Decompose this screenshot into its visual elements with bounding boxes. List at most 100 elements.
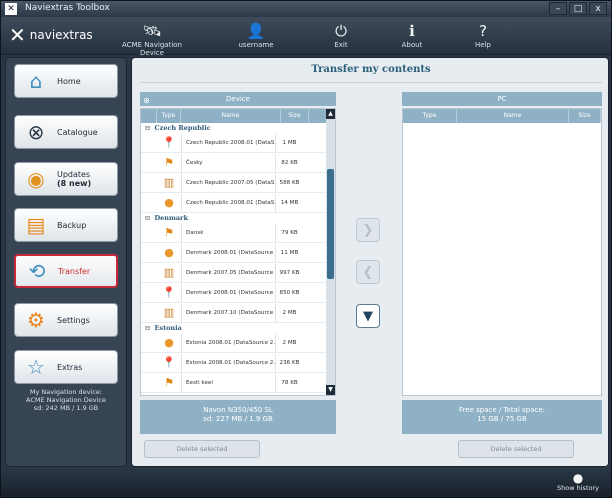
poi-icon: ● [164,336,174,349]
row-name: Czech Republic 2008.01 (DataS... [181,133,275,152]
user-button[interactable]: 👤 username [221,21,291,53]
show-history-button[interactable]: ● Show history [557,472,599,492]
table-row[interactable]: ● Czech Republic 2008.01 (DataS... 14 MB [141,193,327,213]
row-size: 79 KB [275,223,303,242]
divider [140,82,602,83]
country-name: Czech Republic [154,124,211,132]
maximize-button[interactable]: □ [569,2,587,15]
scroll-down-button[interactable]: ▼ [326,385,335,395]
device-table-header: Type Name Size [141,109,327,123]
device-storage-info: Navon N350/450 SL sd: 227 MB / 1.9 GB [140,400,336,434]
pc-table-header: Type Name Size [403,109,601,123]
country-group[interactable]: ⊟ Finland [141,393,327,395]
scrollbar[interactable]: ▲ ▼ [326,109,335,395]
row-size: 1 MB [275,133,303,152]
table-row[interactable]: 📍 Estonia 2008.01 (DataSource 2... 236 KB [141,353,327,373]
logo-mark: ✕ [9,23,26,47]
row-size: 997 KB [275,263,303,282]
info-icon: ● [572,471,584,485]
row-size: 236 KB [275,353,303,372]
flag-icon: ⚑ [164,156,174,169]
delete-selected-device-button[interactable]: Delete selected [144,440,260,458]
device-model: Navon N350/450 SL [203,406,273,414]
star-icon: ☆ [27,355,45,379]
column-type[interactable]: Type [403,109,457,123]
row-name: Denmark 2008.01 (DataSource ... [181,283,275,302]
updates-count: (8 new) [57,179,92,188]
home-icon: ⌂ [29,69,43,93]
device-rows: ⊟ Czech Republic 📍 Czech Republic 2008.01 (… [141,123,327,395]
pc-space-value: 15 GB / 75 GB [477,415,527,423]
sidebar-item-backup[interactable]: ▤ Backup [14,208,118,242]
sidebar-item-home[interactable]: ⌂ Home [14,64,118,98]
table-row[interactable]: ⚑ Dansk 79 KB [141,223,327,243]
device-panel-header: ⊕ Device [140,92,336,106]
backup-icon: ▤ [26,213,46,237]
poi-icon: ● [164,246,174,259]
table-row[interactable]: ▥ Denmark 2007.10 (DataSource ... 2 MB [141,303,327,323]
minimize-button[interactable]: – [549,2,567,15]
column-name[interactable]: Name [181,109,281,123]
main-panel: Transfer my contents ⊕ Device Type Name … [131,57,609,467]
copy-to-pc-button[interactable]: ❯ [356,218,380,242]
row-size: 14 MB [275,193,303,212]
sidebar-item-extras[interactable]: ☆ Extras [14,350,118,384]
row-name: Denmark 2007.10 (DataSource ... [181,303,275,322]
close-button[interactable]: x [589,2,607,15]
pin-icon: 📍 [162,136,176,149]
status-bar: ● Show history [1,469,611,497]
exit-label: Exit [334,41,348,49]
row-name: Eesti keel [181,373,275,392]
user-label: username [238,41,274,49]
table-row[interactable]: ⚑ Česky 82 KB [141,153,327,173]
collapse-icon[interactable]: ⊟ [145,323,150,333]
about-label: About [401,41,423,49]
row-name: Česky [181,153,275,172]
row-name: Estonia 2008.01 (DataSource 2... [181,333,275,352]
top-navigation: ✕ naviextras 🛰 ACME Navigation Device 👤 … [1,17,611,57]
collapse-icon[interactable]: ⊟ [145,123,150,133]
sidebar-item-updates[interactable]: ◉ Updates (8 new) [14,162,118,196]
table-row[interactable]: ▥ Denmark 2007.05 (DataSource ... 997 KB [141,263,327,283]
help-button[interactable]: ? Help [448,21,518,53]
collapse-icon[interactable]: ⊟ [145,213,150,223]
app-window: ✕ Naviextras Toolbox – □ x ✕ naviextras … [0,0,612,498]
country-group[interactable]: ⊟ Czech Republic [141,123,327,133]
column-name[interactable]: Name [457,109,569,123]
column-size[interactable]: Size [569,109,601,123]
building-icon: ▥ [163,176,175,189]
table-row[interactable]: ● Estonia 2008.01 (DataSource 2... 2 MB [141,333,327,353]
table-row[interactable]: ⚑ Eesti keel 78 KB [141,373,327,393]
user-icon: 👤 [246,22,266,40]
filter-button[interactable]: ▼ [356,304,380,328]
about-button[interactable]: ℹ About [377,21,447,53]
device-table: Type Name Size ⊟ Czech Republic 📍 Czech Rep… [140,108,336,396]
table-row[interactable]: 📍 Czech Republic 2008.01 (DataS... 1 MB [141,133,327,153]
sidebar-item-transfer[interactable]: ⟲ Transfer [14,254,118,288]
column-size[interactable]: Size [281,109,309,123]
sidebar-item-label: Settings [57,315,90,325]
row-name: Dansk [181,223,275,242]
arrow-left-icon: ❮ [362,264,374,280]
country-group[interactable]: ⊟ Estonia [141,323,327,333]
expand-icon[interactable]: ⊕ [143,94,150,108]
exit-button[interactable]: ⏻ Exit [306,21,376,53]
page-title: Transfer my contents [311,64,431,75]
table-row[interactable]: 📍 Denmark 2008.01 (DataSource ... 850 KB [141,283,327,303]
sidebar-item-catalogue[interactable]: ⊗ Catalogue [14,115,118,149]
collapse-icon[interactable]: ⊟ [145,393,150,395]
delete-selected-pc-button[interactable]: Delete selected [458,440,574,458]
scroll-thumb[interactable] [327,169,334,279]
row-size: 2 MB [275,303,303,322]
device-info: My Navigation device: ACME Navigation De… [10,388,122,412]
table-row[interactable]: ▥ Czech Republic 2007.05 (DataS... 588 KB [141,173,327,193]
copy-to-device-button[interactable]: ❮ [356,260,380,284]
sidebar-item-label: Home [57,76,81,86]
country-group[interactable]: ⊟ Denmark [141,213,327,223]
sidebar-item-settings[interactable]: ⚙ Settings [14,303,118,337]
device-button[interactable]: 🛰 ACME Navigation Device [111,21,193,57]
row-name: Denmark 2008.01 (DataSource ... [181,243,275,262]
column-type[interactable]: Type [157,109,181,123]
scroll-up-button[interactable]: ▲ [326,109,335,119]
table-row[interactable]: ● Denmark 2008.01 (DataSource ... 11 MB [141,243,327,263]
